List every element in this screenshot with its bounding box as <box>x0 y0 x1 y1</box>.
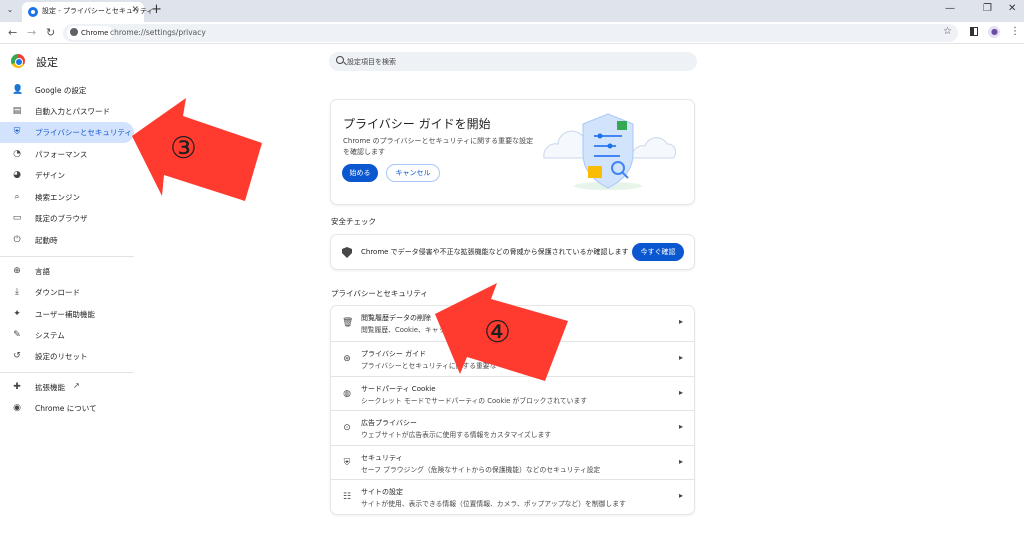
annotation-arrow-3 <box>132 98 262 201</box>
annotation-label-4: ④ <box>484 315 511 350</box>
annotation-layer <box>132 98 568 381</box>
annotation-label-3: ③ <box>170 131 197 166</box>
